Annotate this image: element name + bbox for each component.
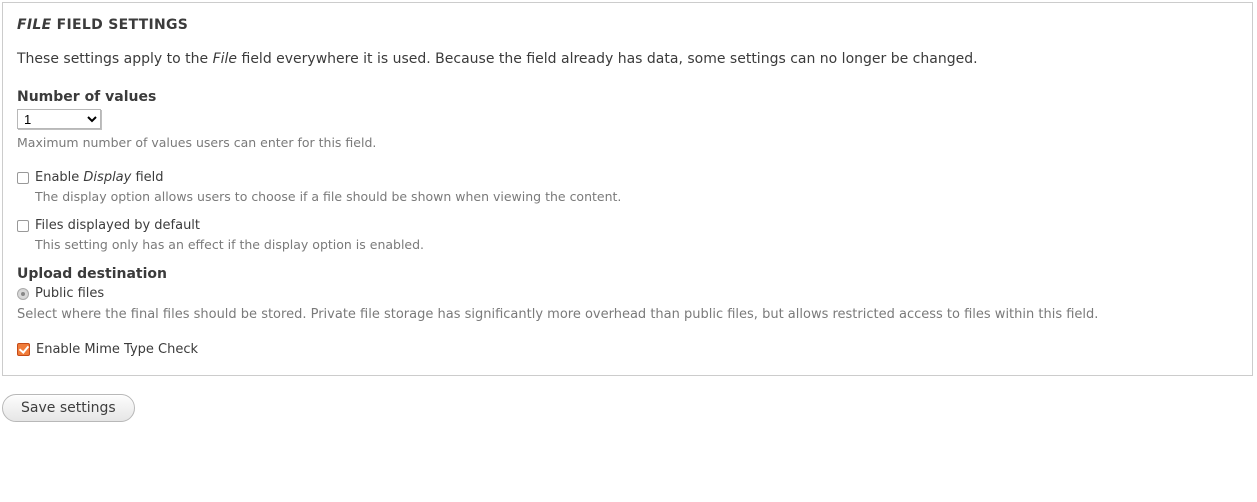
files-default-checkbox[interactable]	[17, 220, 29, 232]
number-of-values-block: Number of values 1 Maximum number of val…	[17, 89, 1238, 150]
upload-destination-description: Select where the final files should be s…	[17, 307, 1238, 322]
enable-display-description: The display option allows users to choos…	[35, 189, 1238, 204]
enable-mime-label: Enable Mime Type Check	[36, 342, 198, 357]
fieldset-legend: File Field Settings	[17, 17, 1238, 33]
intro-text: These settings apply to the File field e…	[17, 51, 1238, 67]
number-of-values-label: Number of values	[17, 89, 1238, 105]
enable-mime-block: Enable Mime Type Check	[17, 342, 1238, 357]
public-files-radio[interactable]	[17, 288, 29, 300]
upload-destination-heading: Upload destination	[17, 266, 1238, 282]
enable-display-block: Enable Display field The display option …	[17, 170, 1238, 204]
files-default-label: Files displayed by default	[35, 218, 200, 233]
files-default-description: This setting only has an effect if the d…	[35, 237, 1238, 252]
public-files-row[interactable]: Public files	[17, 286, 1238, 301]
enable-display-row[interactable]: Enable Display field	[17, 170, 1238, 185]
enable-mime-checkbox[interactable]	[17, 343, 30, 356]
intro-before: These settings apply to the	[17, 51, 213, 67]
enable-display-label-italic: Display	[83, 170, 131, 185]
enable-display-checkbox[interactable]	[17, 172, 29, 184]
enable-mime-row[interactable]: Enable Mime Type Check	[17, 342, 1238, 357]
upload-destination-block: Upload destination Public files Select w…	[17, 266, 1238, 322]
file-field-settings-fieldset: File Field Settings These settings apply…	[2, 2, 1253, 376]
files-default-row[interactable]: Files displayed by default	[17, 218, 1238, 233]
number-of-values-select-wrap: 1	[17, 109, 1238, 129]
files-default-block: Files displayed by default This setting …	[17, 218, 1238, 252]
legend-prefix: File	[17, 17, 51, 33]
enable-display-label-after: field	[131, 170, 163, 185]
public-files-label: Public files	[35, 286, 104, 301]
enable-display-label: Enable Display field	[35, 170, 164, 185]
enable-display-label-before: Enable	[35, 170, 83, 185]
number-of-values-select[interactable]: 1	[17, 109, 101, 129]
save-settings-button[interactable]: Save settings	[2, 394, 135, 422]
intro-after: field everywhere it is used. Because the…	[237, 51, 977, 67]
legend-rest: Field Settings	[51, 17, 188, 33]
intro-italic: File	[213, 51, 237, 67]
number-of-values-description: Maximum number of values users can enter…	[17, 135, 1238, 150]
